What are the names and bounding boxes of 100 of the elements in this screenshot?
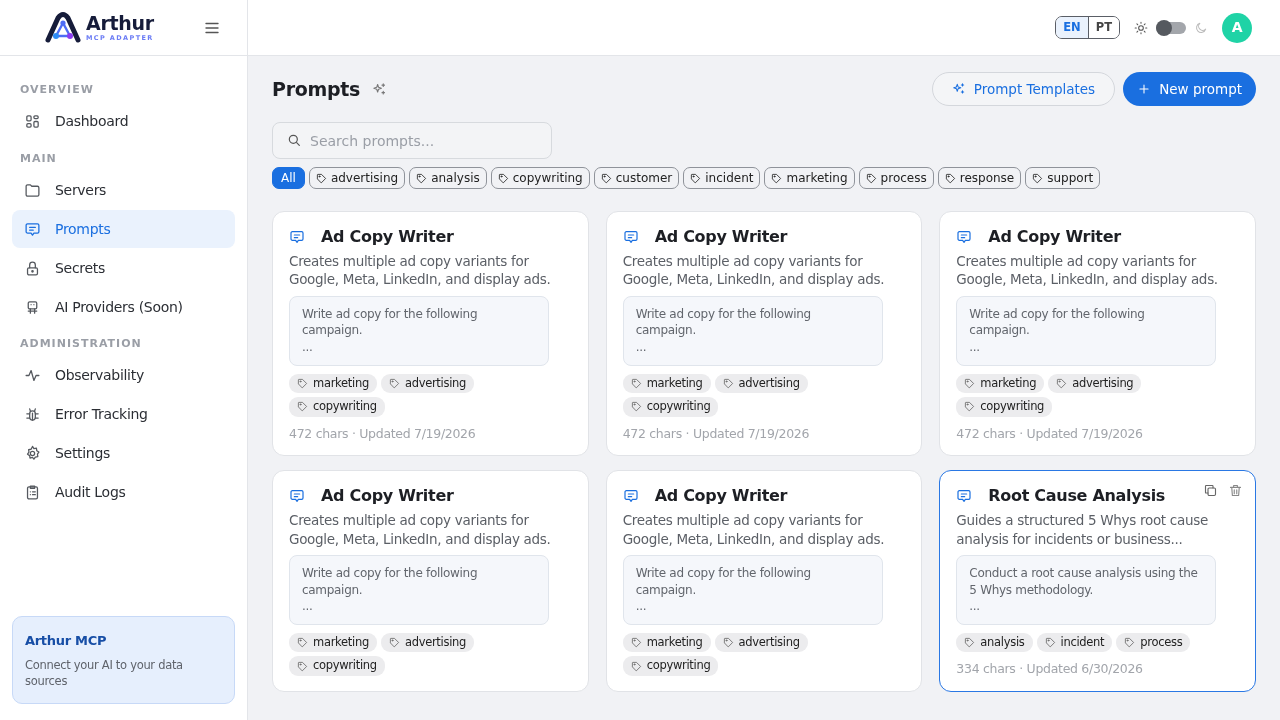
filter-chip[interactable]: All [272,167,305,190]
sidebar-item[interactable]: Observability [12,356,235,395]
tag-icon [630,637,642,649]
prompt-title: Ad Copy Writer [654,226,788,249]
message-icon [289,229,305,246]
tag-chip: incident [1036,633,1113,653]
tag-chip: marketing [289,633,377,653]
prompt-title: Ad Copy Writer [321,226,454,249]
message-icon [289,488,305,505]
sparkle-icon [372,81,388,97]
sidebar-item[interactable]: Servers [12,171,235,209]
sidebar-item[interactable]: Settings [12,434,235,473]
filter-chip[interactable]: customer [593,167,680,190]
prompt-meta: 334 chars · Updated 6/30/2026 [956,660,1144,679]
filter-chip[interactable]: process [858,167,934,190]
tag-icon [964,637,976,649]
language-toggle[interactable]: PT [1087,16,1119,39]
filter-chip[interactable]: marketing [764,167,855,190]
filter-chip[interactable]: incident [683,167,761,190]
prompt-preview: Write ad copy for the following campaign. ... [622,554,883,626]
new-prompt-button[interactable]: New prompt [1123,72,1256,107]
tag-icon [630,660,642,672]
prompt-meta: 472 chars · Updated 7/19/2026 [956,424,1144,443]
prompt-card[interactable]: Ad Copy Writer Creates multiple ad copy variants for Google, Meta, LinkedIn, and display ads. Write ad copy for the following campaign. ... marketing advertising copywriting [605,470,923,693]
tag-icon [865,172,877,184]
prompt-description: Guides a structured 5 Whys root cause analysis for incidents or business... [956,511,1209,548]
tag-chip: copywriting [289,397,385,417]
tag-icon [388,637,400,649]
message-icon [622,229,639,246]
tag-icon [722,378,734,390]
prompt-title: Ad Copy Writer [654,485,788,508]
tag-chip: copywriting [956,397,1053,417]
tag-icon [600,172,612,184]
tag-icon [722,637,734,649]
prompt-preview: Write ad copy for the following campaign. ... [956,295,1217,367]
tag-icon [944,172,956,184]
prompt-preview: Conduct a root cause analysis using the 5 Whys methodology. ... [956,554,1217,626]
prompt-preview: Write ad copy for the following campaign. ... [622,295,883,367]
sidebar-item[interactable]: Dashboard [12,102,235,141]
tag-chip: copywriting [622,397,719,417]
tag-icon [1032,172,1044,184]
tag-icon [297,378,308,390]
tag-icon [964,401,976,413]
tag-icon [297,401,308,413]
logo-icon [44,11,82,44]
lock-icon [24,259,41,277]
search-field[interactable]: Search prompts... [272,122,552,160]
language-toggle[interactable]: EN [1056,16,1088,39]
tag-chip: marketing [289,374,377,394]
sun-icon [1134,20,1148,35]
trash-icon[interactable] [1228,483,1243,499]
settings-icon [24,445,41,462]
tag-icon [690,172,702,184]
tag-chip: advertising [714,374,808,394]
section-title: MAIN [19,150,58,167]
filter-chip[interactable]: advertising [308,167,406,190]
message-icon [956,229,973,246]
tag-icon [497,172,509,184]
sidebar-item[interactable]: Error Tracking [12,395,235,434]
tag-chip: copywriting [289,656,385,676]
sidebar-item[interactable]: AI Providers (Soon) [12,288,235,326]
tag-icon [964,378,976,390]
section-title: OVERVIEW [19,82,95,98]
search-icon [286,132,302,149]
tag-icon [1056,378,1068,390]
tag-icon [388,378,400,390]
tag-icon [297,660,308,672]
templates-button[interactable]: Prompt Templates [931,72,1116,107]
sidebar-item[interactable]: Audit Logs [12,473,235,512]
filter-chip[interactable]: response [937,167,1022,190]
sidebar-item[interactable]: Secrets [12,249,235,287]
activity-icon [24,367,41,384]
tag-icon [630,401,642,413]
section-title: ADMINISTRATION [19,336,143,352]
filter-chip[interactable]: copywriting [490,167,590,190]
tag-icon [416,172,428,184]
theme-switch[interactable] [1156,21,1186,34]
prompt-description: Creates multiple ad copy variants for Google, Meta, LinkedIn, and display ads. [622,511,886,548]
grid-icon [24,113,41,130]
tag-icon [297,637,308,649]
prompt-card[interactable]: Ad Copy Writer Creates multiple ad copy variants for Google, Meta, LinkedIn, and display ads. Write ad copy for the following campaign. ... marketing advertising copywriting [272,470,589,693]
prompt-title: Ad Copy Writer [988,226,1121,249]
promo-title: Arthur MCP [25,632,108,651]
tag-chip: process [1116,633,1191,653]
prompt-title: Ad Copy Writer [321,485,454,508]
message-icon [24,220,41,238]
filter-chip[interactable]: analysis [409,167,487,190]
prompt-meta: 472 chars · Updated 7/19/2026 [622,424,811,443]
prompt-description: Creates multiple ad copy variants for Google, Meta, LinkedIn, and display ads. [956,252,1219,289]
filter-chip[interactable]: support [1025,167,1101,190]
prompt-preview: Write ad copy for the following campaign. ... [289,554,549,626]
prompt-card[interactable] [939,470,1256,693]
sparkle-icon [951,82,966,97]
copy-icon[interactable] [1203,483,1218,499]
tag-chip: analysis [956,633,1033,653]
tag-chip: advertising [1048,374,1142,394]
tag-chip: marketing [956,374,1045,394]
sidebar-item[interactable]: Prompts [12,210,235,248]
message-icon [956,488,973,505]
tag-chip: marketing [622,633,711,653]
